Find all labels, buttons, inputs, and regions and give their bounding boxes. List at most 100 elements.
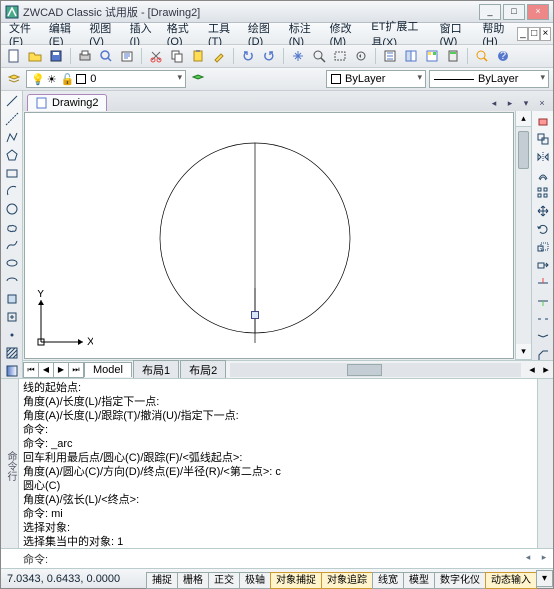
command-history-line: 角度(A)/长度(L)/指定下一点: bbox=[23, 395, 533, 409]
draw-toolbar: A bbox=[1, 91, 23, 378]
paste-icon[interactable] bbox=[189, 47, 207, 65]
hatch-icon[interactable] bbox=[3, 345, 21, 361]
status-toggle-6[interactable]: 线宽 bbox=[372, 572, 404, 589]
horizontal-scrollbar[interactable] bbox=[230, 363, 521, 377]
calc-icon[interactable] bbox=[444, 47, 462, 65]
offset-icon[interactable] bbox=[534, 167, 552, 183]
pan-icon[interactable] bbox=[289, 47, 307, 65]
cmd-right-icon[interactable]: ▸ bbox=[537, 552, 551, 566]
linetype-combo[interactable]: ByLayer bbox=[429, 70, 549, 88]
gradient-icon[interactable] bbox=[3, 363, 21, 379]
scale-icon[interactable] bbox=[534, 239, 552, 255]
drawing-canvas[interactable]: X Y bbox=[24, 112, 514, 359]
status-menu-icon[interactable]: ▾ bbox=[536, 570, 553, 587]
move-icon[interactable] bbox=[534, 203, 552, 219]
hscroll-right-icon[interactable]: ▸ bbox=[539, 363, 553, 376]
tab-right-icon[interactable]: ▸ bbox=[503, 97, 517, 111]
status-toggle-3[interactable]: 极轴 bbox=[239, 572, 271, 589]
polygon-icon[interactable] bbox=[3, 147, 21, 163]
vertical-scrollbar[interactable]: ▴ ▾ bbox=[515, 111, 531, 360]
status-toggle-1[interactable]: 栅格 bbox=[177, 572, 209, 589]
color-combo[interactable]: ByLayer bbox=[326, 70, 426, 88]
cmd-left-icon[interactable]: ◂ bbox=[521, 552, 535, 566]
status-toggle-4[interactable]: 对象捕捉 bbox=[270, 572, 322, 589]
join-icon[interactable] bbox=[534, 329, 552, 345]
properties-icon[interactable] bbox=[381, 47, 399, 65]
coordinates[interactable]: 7.0343, 0.6433, 0.0000 bbox=[1, 573, 141, 585]
polyline-icon[interactable] bbox=[3, 129, 21, 145]
close-button[interactable]: × bbox=[527, 4, 549, 20]
layer-combo[interactable]: 💡 ☀ 🔓 0 bbox=[26, 70, 186, 88]
status-toggle-8[interactable]: 数字化仪 bbox=[434, 572, 486, 589]
layer-toolbar: 💡 ☀ 🔓 0 ByLayer ByLayer bbox=[1, 68, 553, 91]
help-icon[interactable]: ? bbox=[494, 47, 512, 65]
tab-left-icon[interactable]: ◂ bbox=[487, 97, 501, 111]
sun-icon: ☀ bbox=[47, 73, 57, 86]
status-toggle-2[interactable]: 正交 bbox=[208, 572, 240, 589]
status-toggle-5[interactable]: 对象追踪 bbox=[321, 572, 373, 589]
tab-close-icon[interactable]: × bbox=[535, 97, 549, 111]
zoom-rt-icon[interactable] bbox=[310, 47, 328, 65]
open-icon[interactable] bbox=[26, 47, 44, 65]
copy-obj-icon[interactable] bbox=[534, 131, 552, 147]
redo-icon[interactable] bbox=[260, 47, 278, 65]
extend-icon[interactable] bbox=[534, 293, 552, 309]
hscroll-left-icon[interactable]: ◂ bbox=[525, 363, 539, 376]
layer-prev-icon[interactable] bbox=[189, 70, 207, 88]
cut-icon[interactable] bbox=[147, 47, 165, 65]
break-icon[interactable] bbox=[534, 311, 552, 327]
color-combo-label: ByLayer bbox=[345, 73, 385, 85]
ellipse-icon[interactable] bbox=[3, 255, 21, 271]
line-icon[interactable] bbox=[3, 93, 21, 109]
undo-icon[interactable] bbox=[239, 47, 257, 65]
command-history[interactable]: 线的起始点:角度(A)/长度(L)/指定下一点:角度(A)/长度(L)/跟踪(T… bbox=[19, 379, 537, 548]
rotate-icon[interactable] bbox=[534, 221, 552, 237]
matchprop-icon[interactable] bbox=[210, 47, 228, 65]
lock-icon: 🔓 bbox=[61, 73, 75, 86]
command-prompt: 命令: bbox=[19, 551, 52, 567]
linetype-preview bbox=[434, 79, 474, 80]
color-swatch bbox=[331, 74, 341, 84]
trim-icon[interactable] bbox=[534, 275, 552, 291]
copy-icon[interactable] bbox=[168, 47, 186, 65]
designcenter-icon[interactable] bbox=[402, 47, 420, 65]
arc-icon[interactable] bbox=[3, 183, 21, 199]
status-toggle-7[interactable]: 模型 bbox=[403, 572, 435, 589]
zoom-prev-icon[interactable] bbox=[352, 47, 370, 65]
command-scrollbar[interactable] bbox=[537, 379, 553, 548]
array-icon[interactable] bbox=[534, 185, 552, 201]
point-icon[interactable] bbox=[3, 327, 21, 343]
stretch-icon[interactable] bbox=[534, 257, 552, 273]
doc-min-icon[interactable]: _ bbox=[517, 27, 528, 41]
revcloud-icon[interactable] bbox=[3, 219, 21, 235]
tab-list-icon[interactable]: ▾ bbox=[519, 97, 533, 111]
rectangle-icon[interactable] bbox=[3, 165, 21, 181]
new-icon[interactable] bbox=[5, 47, 23, 65]
save-icon[interactable] bbox=[47, 47, 65, 65]
command-input[interactable] bbox=[52, 551, 519, 567]
scroll-up-icon[interactable]: ▴ bbox=[516, 111, 531, 127]
toolpalette-icon[interactable] bbox=[423, 47, 441, 65]
doc-max-icon[interactable]: □ bbox=[528, 27, 539, 41]
document-tab[interactable]: Drawing2 bbox=[27, 94, 107, 111]
zoom-ext-icon[interactable] bbox=[473, 47, 491, 65]
mirror-icon[interactable] bbox=[534, 149, 552, 165]
status-toggle-9[interactable]: 动态输入 bbox=[485, 572, 537, 589]
doc-close-icon[interactable]: × bbox=[540, 27, 551, 41]
ellipse-arc-icon[interactable] bbox=[3, 273, 21, 289]
insert-block-icon[interactable] bbox=[3, 291, 21, 307]
scroll-down-icon[interactable]: ▾ bbox=[516, 344, 531, 360]
status-toggle-0[interactable]: 捕捉 bbox=[146, 572, 178, 589]
publish-icon[interactable] bbox=[118, 47, 136, 65]
modify-toolbar bbox=[531, 111, 553, 360]
erase-icon[interactable] bbox=[534, 113, 552, 129]
grip-handle[interactable] bbox=[251, 311, 259, 319]
make-block-icon[interactable] bbox=[3, 309, 21, 325]
layer-manager-icon[interactable] bbox=[5, 70, 23, 88]
zoom-window-icon[interactable] bbox=[331, 47, 349, 65]
plot-icon[interactable] bbox=[76, 47, 94, 65]
circle-icon[interactable] bbox=[3, 201, 21, 217]
preview-icon[interactable] bbox=[97, 47, 115, 65]
spline-icon[interactable] bbox=[3, 237, 21, 253]
xline-icon[interactable] bbox=[3, 111, 21, 127]
